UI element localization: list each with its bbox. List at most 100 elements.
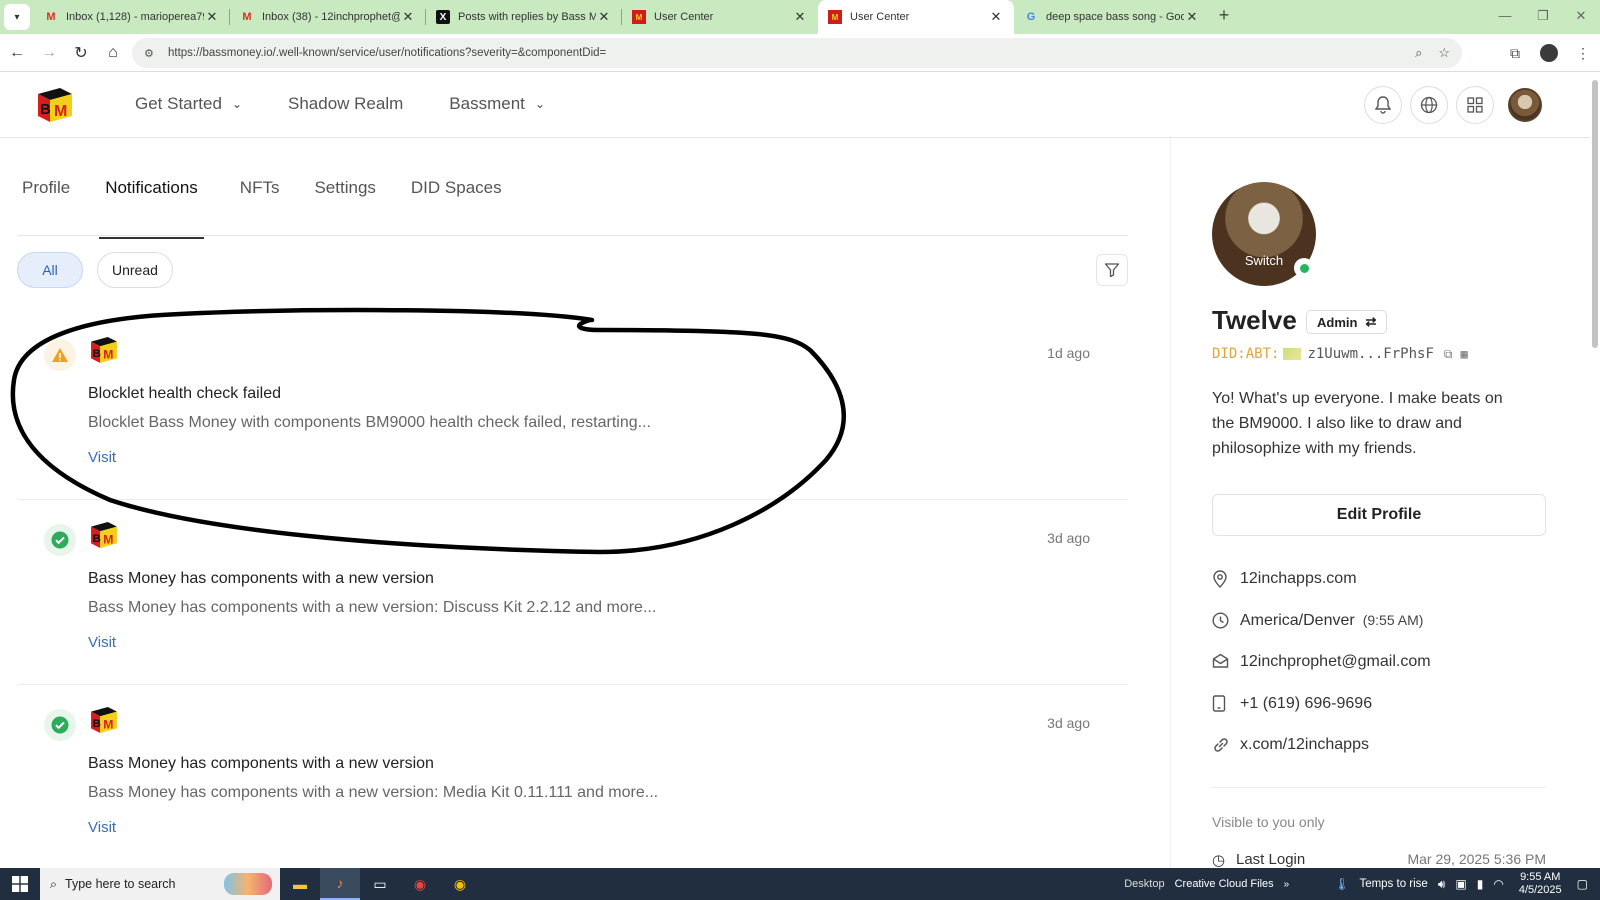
profile-bio: Yo! What's up everyone. I make beats on … <box>1212 390 1503 457</box>
bookmark-star-icon[interactable]: ☆ <box>1438 45 1450 61</box>
tab-settings[interactable]: Settings <box>314 178 375 239</box>
tray-app-icon[interactable]: ▣ <box>1455 877 1466 891</box>
home-icon[interactable]: ⌂ <box>98 44 128 62</box>
tab-title: Inbox (1,128) - marioperea79@ <box>66 11 204 23</box>
user-avatar[interactable] <box>1508 88 1542 122</box>
edit-profile-button[interactable]: Edit Profile <box>1212 494 1546 536</box>
creative-cloud-files-label[interactable]: Creative Cloud Files <box>1175 878 1274 890</box>
browser-tab-active[interactable]: M User Center ✕ <box>818 0 1014 34</box>
nav-shadow-realm[interactable]: Shadow Realm <box>288 94 403 114</box>
file-explorer-icon[interactable]: ▬ <box>280 868 320 900</box>
taskbar-clock[interactable]: 9:55 AM 4/5/2025 <box>1519 871 1562 897</box>
notification-time: 1d ago <box>1047 345 1090 361</box>
site-header: B M Get Started ⌄ Shadow Realm Bassment … <box>0 72 1590 138</box>
close-icon[interactable]: ✕ <box>596 9 612 25</box>
social-link-text[interactable]: x.com/12inchapps <box>1240 736 1369 754</box>
new-tab-button[interactable]: + <box>1210 5 1238 26</box>
notification-item[interactable]: BM 3d ago Bass Money has components with… <box>18 685 1128 870</box>
notification-item[interactable]: BM 1d ago Blocklet health check failed B… <box>18 315 1128 500</box>
browser-tab[interactable]: M Inbox (38) - 12inchprophet@gr ✕ <box>230 0 426 34</box>
back-arrow-icon[interactable]: ← <box>2 44 32 62</box>
close-icon[interactable]: ✕ <box>204 9 220 25</box>
chevron-right-icon[interactable]: » <box>1284 879 1290 890</box>
did-address: DID:ABT: z1Uuwm...FrPhsF ⧉ ▦ <box>1212 346 1468 362</box>
bm-icon: M <box>828 10 842 24</box>
filter-all-chip[interactable]: All <box>17 252 83 288</box>
pinned-app-icon[interactable]: ♪ <box>320 868 360 900</box>
notification-center-icon[interactable]: ▢ <box>1577 877 1588 891</box>
zoom-icon[interactable]: ⌕ <box>1415 45 1422 61</box>
volume-icon[interactable]: 🔊︎ <box>1438 877 1446 892</box>
nav-label: Get Started <box>135 94 222 113</box>
location-pin-icon <box>1212 570 1240 592</box>
gmail-icon: M <box>242 11 252 23</box>
tab-notifications[interactable]: Notifications <box>99 178 204 239</box>
phone-icon <box>1212 694 1240 716</box>
role-switch-button[interactable]: Admin ⇄ <box>1306 310 1388 334</box>
chrome-icon[interactable]: ◉ <box>440 868 480 900</box>
warning-icon <box>44 339 76 371</box>
tabs-divider <box>18 235 1128 236</box>
weather-text[interactable]: Temps to rise <box>1359 878 1427 890</box>
notifications-bell-icon[interactable] <box>1364 86 1402 124</box>
link-icon <box>1212 736 1240 758</box>
filter-unread-chip[interactable]: Unread <box>97 252 173 288</box>
wifi-icon[interactable]: ◠ <box>1493 877 1503 891</box>
copy-icon[interactable]: ⧉ <box>1444 347 1453 362</box>
close-icon[interactable]: ✕ <box>988 9 1004 25</box>
tab-nfts[interactable]: NFTs <box>240 178 280 239</box>
website-text[interactable]: 12inchapps.com <box>1240 570 1357 588</box>
desktop-toolbar-label[interactable]: Desktop <box>1124 878 1164 890</box>
notification-title: Blocklet health check failed <box>88 385 281 402</box>
battery-icon[interactable]: ▮ <box>1477 877 1484 891</box>
restore-icon[interactable]: ❐ <box>1524 0 1562 34</box>
nav-bassment[interactable]: Bassment ⌄ <box>449 94 545 114</box>
address-bar[interactable]: ⚙ https://bassmoney.io/.well-known/servi… <box>132 38 1462 68</box>
close-icon[interactable]: ✕ <box>400 9 416 25</box>
url-text: https://bassmoney.io/.well-known/service… <box>168 47 607 59</box>
forward-arrow-icon[interactable]: → <box>34 44 64 62</box>
scrollbar-thumb[interactable] <box>1592 80 1598 348</box>
apps-grid-icon[interactable] <box>1456 86 1494 124</box>
language-globe-icon[interactable] <box>1410 86 1448 124</box>
timezone-text: America/Denver <box>1240 611 1355 629</box>
email-text[interactable]: 12inchprophet@gmail.com <box>1240 653 1431 671</box>
bass-money-logo[interactable]: B M <box>34 86 76 124</box>
browser-tab[interactable]: G deep space bass song - Google ✕ <box>1014 0 1210 34</box>
close-icon[interactable]: ✕ <box>1184 9 1200 25</box>
tab-title: User Center <box>654 11 714 23</box>
terminal-icon[interactable]: ▭ <box>360 868 400 900</box>
bass-money-app-icon: BM <box>91 707 117 733</box>
taskbar-search[interactable]: ⌕ Type here to search <box>40 868 280 900</box>
browser-tab[interactable]: X Posts with replies by Bass Mon ✕ <box>426 0 622 34</box>
close-icon[interactable]: ✕ <box>792 9 808 25</box>
browser-profile-avatar[interactable] <box>1540 44 1558 62</box>
notification-time: 3d ago <box>1047 530 1090 546</box>
browser-toolbar: ← → ↻ ⌂ ⚙ https://bassmoney.io/.well-kno… <box>0 34 1600 72</box>
browser-tabstrip: ▾ M Inbox (1,128) - marioperea79@ ✕ M In… <box>0 0 1600 34</box>
nav-get-started[interactable]: Get Started ⌄ <box>135 94 242 114</box>
visit-link[interactable]: Visit <box>88 449 116 466</box>
notification-item[interactable]: BM 3d ago Bass Money has components with… <box>18 500 1128 685</box>
browser-tab[interactable]: M User Center ✕ <box>622 0 818 34</box>
reload-icon[interactable]: ↻ <box>66 43 96 63</box>
browser-menu-icon[interactable]: ⋮ <box>1566 45 1600 62</box>
visit-link[interactable]: Visit <box>88 634 116 651</box>
tab-search-button[interactable]: ▾ <box>4 4 30 30</box>
windows-taskbar: ⌕ Type here to search ▬ ♪ ▭ ◉ ◉ Desktop … <box>0 868 1600 900</box>
close-window-icon[interactable]: ✕ <box>1562 0 1600 34</box>
tab-profile[interactable]: Profile <box>22 178 70 239</box>
page-scrollbar[interactable] <box>1590 72 1600 868</box>
extensions-icon[interactable]: ⧉ <box>1498 45 1532 62</box>
visit-link[interactable]: Visit <box>88 819 116 836</box>
browser-tab[interactable]: M Inbox (1,128) - marioperea79@ ✕ <box>34 0 230 34</box>
filter-funnel-icon[interactable] <box>1096 254 1128 286</box>
clock-icon: ◷ <box>1212 852 1226 869</box>
chrome-icon[interactable]: ◉ <box>400 868 440 900</box>
site-settings-icon[interactable]: ⚙ <box>144 47 158 60</box>
tab-did-spaces[interactable]: DID Spaces <box>411 178 502 239</box>
qr-code-icon[interactable]: ▦ <box>1460 347 1467 361</box>
windows-start-icon[interactable] <box>0 876 40 892</box>
svg-text:B: B <box>93 348 101 360</box>
minimize-icon[interactable]: — <box>1486 0 1524 34</box>
